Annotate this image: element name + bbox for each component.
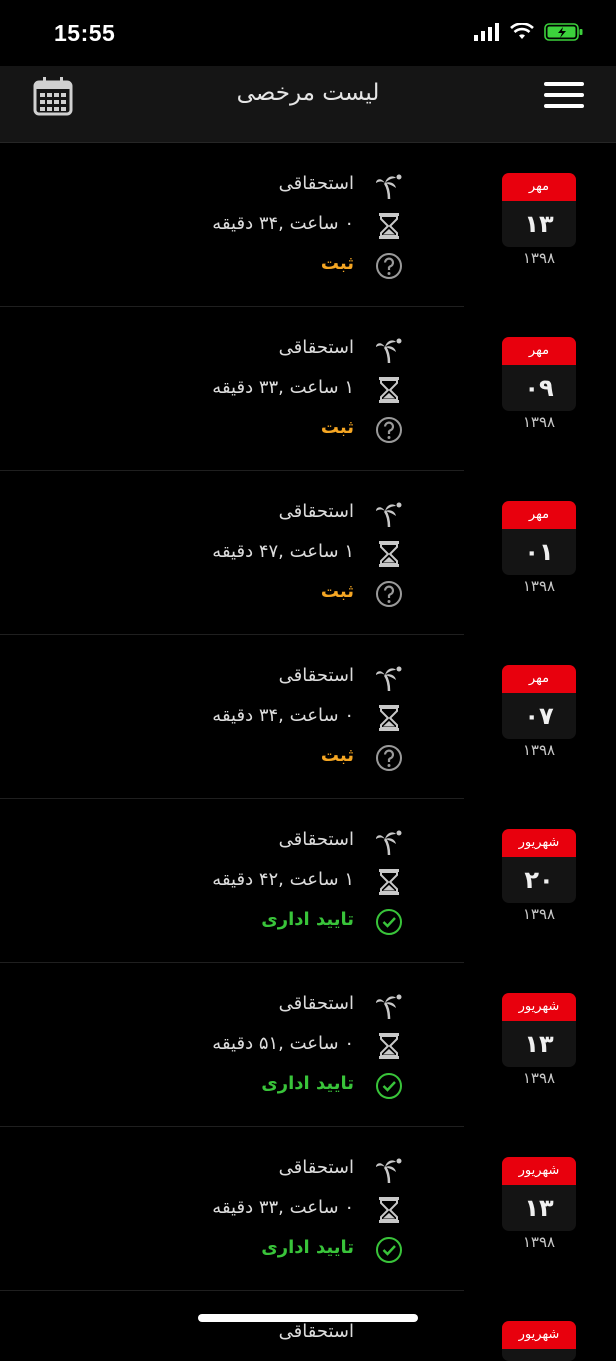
date-year: ۱۳۹۸ — [522, 741, 556, 759]
menu-line-icon — [544, 82, 584, 86]
hourglass-icon — [379, 869, 399, 895]
palm-tree-icon — [376, 1158, 402, 1184]
leave-status: تایید اداری — [261, 909, 354, 930]
date-card: مهر ۰۷ — [502, 665, 576, 739]
hourglass-icon — [379, 377, 399, 403]
leave-type: استحقاقی — [278, 1321, 354, 1342]
leave-duration: ۰ ساعت ,۳۳ دقیقه — [212, 1197, 354, 1218]
date-card: مهر ۰۹ — [502, 337, 576, 411]
hourglass-icon — [379, 705, 399, 731]
palm-tree-icon — [376, 830, 402, 856]
palm-tree-icon — [376, 174, 402, 200]
battery-icon — [544, 23, 583, 41]
palm-tree-icon — [376, 994, 402, 1020]
list-item[interactable]: مهر ۰۹ ۱۳۹۸ استحقاقی ۱ ساعت ,۳۳ دقیقه ثب… — [0, 307, 576, 471]
date-day: ۰۱ — [524, 538, 554, 566]
wifi-icon — [510, 23, 534, 39]
leave-duration: ۱ ساعت ,۴۷ دقیقه — [212, 541, 354, 562]
date-day: ۱۳ — [524, 1030, 554, 1058]
date-card: شهریور — [502, 1321, 576, 1361]
date-card: شهریور ۱۳ — [502, 993, 576, 1067]
check-circle-icon — [376, 909, 402, 935]
hourglass-icon — [379, 1033, 399, 1059]
date-year: ۱۳۹۸ — [522, 1233, 556, 1251]
leave-type: استحقاقی — [278, 993, 354, 1014]
leave-type: استحقاقی — [278, 1157, 354, 1178]
leave-type: استحقاقی — [278, 337, 354, 358]
leave-status: ثبت — [320, 253, 354, 274]
date-card: مهر ۱۳ — [502, 173, 576, 247]
leave-status: ثبت — [320, 581, 354, 602]
date-card: مهر ۰۱ — [502, 501, 576, 575]
list-item-partial[interactable]: شهریور استحقاقی — [0, 1305, 616, 1361]
palm-tree-icon — [376, 338, 402, 364]
leave-status: ثبت — [320, 745, 354, 766]
leave-duration: ۰ ساعت ,۳۴ دقیقه — [212, 705, 354, 726]
question-circle-icon — [376, 581, 402, 607]
check-circle-icon — [376, 1237, 402, 1263]
list-item[interactable]: مهر ۰۱ ۱۳۹۸ استحقاقی ۱ ساعت ,۴۷ دقیقه ثب… — [0, 471, 576, 635]
leave-duration: ۰ ساعت ,۳۴ دقیقه — [212, 213, 354, 234]
date-card: شهریور ۲۰ — [502, 829, 576, 903]
date-day: ۱۳ — [524, 1194, 554, 1222]
date-day: ۲۰ — [524, 866, 554, 894]
date-card: شهریور ۱۳ — [502, 1157, 576, 1231]
list-item[interactable]: مهر ۱۳ ۱۳۹۸ استحقاقی ۰ ساعت ,۳۴ دقیقه ثب… — [0, 143, 576, 307]
date-month: مهر — [502, 337, 576, 365]
list-item[interactable]: شهریور ۲۰ ۱۳۹۸ استحقاقی ۱ ساعت ,۴۲ دقیقه… — [0, 799, 576, 963]
leave-duration: ۱ ساعت ,۳۳ دقیقه — [212, 377, 354, 398]
date-day: ۱۳ — [524, 210, 554, 238]
leave-list: مهر ۱۳ ۱۳۹۸ استحقاقی ۰ ساعت ,۳۴ دقیقه ثب… — [0, 143, 616, 1291]
check-circle-icon — [376, 1073, 402, 1099]
hourglass-icon — [379, 1197, 399, 1223]
date-year: ۱۳۹۸ — [522, 905, 556, 923]
list-item[interactable]: شهریور ۱۳ ۱۳۹۸ استحقاقی ۰ ساعت ,۵۱ دقیقه… — [0, 963, 576, 1127]
date-day: ۰۷ — [524, 702, 554, 730]
leave-type: استحقاقی — [278, 501, 354, 522]
leave-status: تایید اداری — [261, 1237, 354, 1258]
menu-line-icon — [544, 104, 584, 108]
status-icons — [474, 22, 584, 42]
date-year: ۱۳۹۸ — [522, 1069, 556, 1087]
hamburger-menu-button[interactable] — [544, 82, 584, 112]
date-month: شهریور — [502, 829, 576, 857]
list-item[interactable]: مهر ۰۷ ۱۳۹۸ استحقاقی ۰ ساعت ,۳۴ دقیقه ثب… — [0, 635, 576, 799]
leave-duration: ۰ ساعت ,۵۱ دقیقه — [212, 1033, 354, 1054]
date-day: ۰۹ — [524, 374, 554, 402]
list-item[interactable]: شهریور ۱۳ ۱۳۹۸ استحقاقی ۰ ساعت ,۳۳ دقیقه… — [0, 1127, 576, 1291]
leave-type: استحقاقی — [278, 173, 354, 194]
leave-status: ثبت — [320, 417, 354, 438]
page-title: لیست مرخصی — [236, 80, 380, 106]
hourglass-icon — [379, 213, 399, 239]
date-year: ۱۳۹۸ — [522, 249, 556, 267]
status-time: 15:55 — [54, 20, 116, 46]
date-year: ۱۳۹۸ — [522, 413, 556, 431]
status-bar: 15:55 — [0, 0, 616, 66]
date-month: شهریور — [502, 993, 576, 1021]
palm-tree-icon — [376, 502, 402, 528]
date-year: ۱۳۹۸ — [522, 577, 556, 595]
date-month: مهر — [502, 173, 576, 201]
signal-icon — [474, 23, 499, 41]
date-month: مهر — [502, 665, 576, 693]
leave-type: استحقاقی — [278, 829, 354, 850]
date-month: شهریور — [502, 1157, 576, 1185]
date-month: مهر — [502, 501, 576, 529]
question-circle-icon — [376, 253, 402, 279]
date-month: شهریور — [502, 1321, 576, 1349]
leave-status: تایید اداری — [261, 1073, 354, 1094]
leave-duration: ۱ ساعت ,۴۲ دقیقه — [212, 869, 354, 890]
palm-tree-icon — [376, 666, 402, 692]
app-header: لیست مرخصی — [0, 66, 616, 143]
question-circle-icon — [376, 745, 402, 771]
menu-line-icon — [544, 93, 584, 97]
hourglass-icon — [379, 541, 399, 567]
leave-type: استحقاقی — [278, 665, 354, 686]
question-circle-icon — [376, 417, 402, 443]
home-indicator — [198, 1314, 418, 1322]
